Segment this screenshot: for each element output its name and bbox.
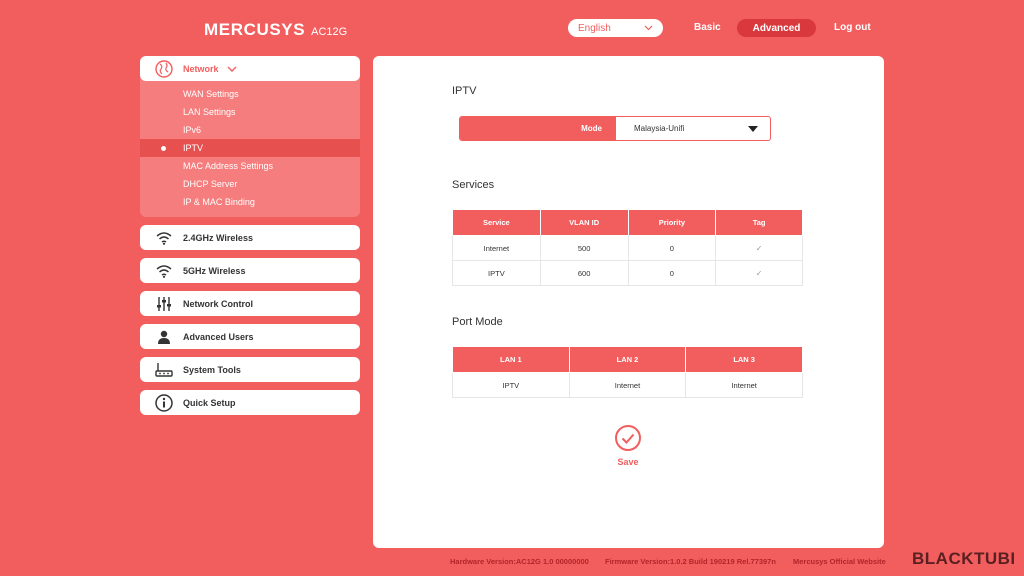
wifi-icon	[155, 229, 173, 247]
globe-icon	[155, 59, 173, 78]
menu-group-quick-setup: Quick Setup	[140, 390, 360, 415]
column-header: Tag	[715, 209, 803, 236]
nav-advanced-button[interactable]: Advanced	[737, 19, 816, 37]
menu-advanced-users[interactable]: Advanced Users	[140, 324, 360, 349]
menu-label: 2.4GHz Wireless	[183, 232, 253, 243]
main-panel: IPTV Mode Malaysia-Unifi Services Servic…	[373, 56, 884, 548]
sidebar-item-label: WAN Settings	[183, 89, 239, 99]
check-icon: ✓	[755, 268, 763, 278]
column-header: Priority	[627, 209, 717, 236]
sidebar-item-label: DHCP Server	[183, 179, 238, 189]
services-table: Service VLAN ID Priority Tag Internet 50…	[452, 209, 803, 286]
mode-select[interactable]: Malaysia-Unifi	[616, 117, 770, 140]
menu-24ghz-wireless[interactable]: 2.4GHz Wireless	[140, 225, 360, 250]
column-header: LAN 2	[568, 346, 687, 373]
table-row: IPTV 600 0 ✓	[452, 260, 803, 286]
wifi-icon	[155, 262, 173, 280]
nav-basic-link[interactable]: Basic	[694, 22, 721, 33]
menu-group-system-tools: System Tools	[140, 357, 360, 382]
menu-network-label: Network	[183, 63, 219, 74]
menu-label: Quick Setup	[183, 397, 236, 408]
save-label: Save	[617, 457, 639, 467]
table-cell: IPTV	[452, 260, 541, 286]
column-header: LAN 1	[452, 346, 570, 373]
table-cell: ✓	[715, 235, 803, 261]
column-header: LAN 3	[685, 346, 803, 373]
sidebar-item-label: IPv6	[183, 125, 202, 135]
active-dot	[161, 146, 166, 151]
table-cell: Internet	[685, 372, 803, 398]
sidebar-item-ipv6[interactable]: IPv6	[140, 121, 360, 139]
sliders-icon	[155, 295, 173, 313]
table-cell: Internet	[568, 372, 687, 398]
table-cell: Internet	[452, 235, 541, 261]
menu-group-advanced-users: Advanced Users	[140, 324, 360, 349]
sidebar-item-lan-settings[interactable]: LAN Settings	[140, 103, 360, 121]
table-cell: 600	[539, 260, 629, 286]
sidebar-item-mac-address-settings[interactable]: MAC Address Settings	[140, 157, 360, 175]
brand-name: MERCUSYS	[204, 20, 306, 39]
mode-label: Mode	[460, 117, 616, 140]
save-button[interactable]: Save	[614, 425, 642, 467]
table-row: IPTV Internet Internet	[452, 372, 803, 398]
check-icon: ✓	[755, 243, 763, 253]
table-cell: ✓	[715, 260, 803, 286]
table-header-row: LAN 1 LAN 2 LAN 3	[452, 346, 803, 373]
sidebar-item-wan-settings[interactable]: WAN Settings	[140, 85, 360, 103]
menu-label: System Tools	[183, 364, 241, 375]
table-cell: 500	[539, 235, 629, 261]
menu-label: Advanced Users	[183, 331, 254, 342]
menu-system-tools[interactable]: System Tools	[140, 357, 360, 382]
official-website-link[interactable]: Mercusys Official Website	[793, 557, 886, 566]
iptv-title: IPTV	[452, 85, 477, 97]
sidebar-item-label: IPTV	[183, 143, 204, 153]
model-name: AC12G	[311, 26, 348, 38]
watermark: BLACKTUBI	[912, 549, 1016, 568]
menu-quick-setup[interactable]: Quick Setup	[140, 390, 360, 415]
language-value: English	[578, 22, 611, 34]
table-header-row: Service VLAN ID Priority Tag	[452, 209, 803, 236]
menu-network[interactable]: Network	[140, 56, 360, 81]
column-header: Service	[452, 209, 541, 236]
table-row: Internet 500 0 ✓	[452, 235, 803, 261]
sidebar-item-label: IP & MAC Binding	[183, 197, 255, 207]
chevron-down-icon	[227, 64, 237, 74]
info-icon	[155, 393, 173, 412]
mode-select-value: Malaysia-Unifi	[634, 124, 685, 133]
chevron-down-icon	[644, 24, 653, 33]
sidebar-item-dhcp-server[interactable]: DHCP Server	[140, 175, 360, 193]
sidebar: Network WAN Settings LAN Settings IPv6 I…	[140, 56, 360, 423]
menu-group-network: Network WAN Settings LAN Settings IPv6 I…	[140, 56, 360, 217]
logo: MERCUSYS AC12G	[204, 20, 347, 40]
router-icon	[155, 361, 173, 379]
sidebar-item-ip-mac-binding[interactable]: IP & MAC Binding	[140, 193, 360, 211]
user-icon	[155, 328, 173, 346]
sidebar-item-label: LAN Settings	[183, 107, 236, 117]
menu-group-network-control: Network Control	[140, 291, 360, 316]
menu-label: Network Control	[183, 298, 254, 309]
check-circle-icon	[615, 425, 641, 451]
hardware-version: Hardware Version:AC12G 1.0 00000000	[450, 557, 589, 566]
services-title: Services	[452, 179, 495, 191]
menu-group-24ghz: 2.4GHz Wireless	[140, 225, 360, 250]
table-cell: 0	[627, 235, 717, 261]
menu-label: 5GHz Wireless	[183, 265, 246, 276]
menu-5ghz-wireless[interactable]: 5GHz Wireless	[140, 258, 360, 283]
logout-link[interactable]: Log out	[834, 22, 871, 33]
dropdown-arrow-icon	[748, 125, 758, 132]
table-cell: IPTV	[452, 372, 570, 398]
sidebar-item-label: MAC Address Settings	[183, 161, 274, 171]
firmware-version: Firmware Version:1.0.2 Build 190219 Rel.…	[605, 557, 776, 566]
menu-group-5ghz: 5GHz Wireless	[140, 258, 360, 283]
table-cell: 0	[627, 260, 717, 286]
column-header: VLAN ID	[539, 209, 629, 236]
port-mode-title: Port Mode	[452, 316, 503, 328]
language-select[interactable]: English	[568, 19, 663, 37]
mode-row: Mode Malaysia-Unifi	[459, 116, 771, 141]
network-submenu: WAN Settings LAN Settings IPv6 IPTV MAC …	[140, 81, 360, 217]
menu-network-control[interactable]: Network Control	[140, 291, 360, 316]
sidebar-item-iptv[interactable]: IPTV	[140, 139, 360, 157]
port-mode-table: LAN 1 LAN 2 LAN 3 IPTV Internet Internet	[452, 346, 803, 398]
